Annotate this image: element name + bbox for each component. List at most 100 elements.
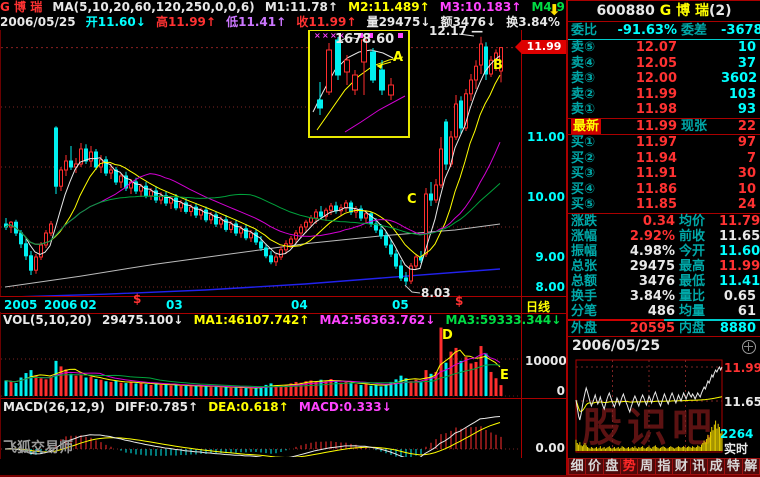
latest-row: 最新 11.99 现张 22 [568, 119, 760, 135]
stock-title-suffix: (2) [709, 3, 732, 19]
bid-price: 11.97 [613, 135, 677, 151]
tab-zhi[interactable]: 指 [655, 458, 672, 475]
macd-panel[interactable]: 飞狐交易师 MACD(26,12,9) DIFF:0.785↑ DEA:0.61… [0, 398, 567, 460]
mark-a: A [393, 50, 403, 65]
weicha-value: -3678 [721, 22, 760, 39]
ask-qty: 103 [721, 87, 756, 103]
macd-axis-label: 0.00 [525, 441, 565, 455]
ask-label: 卖③ [571, 71, 613, 87]
bid-row-1[interactable]: 买①11.9797 [568, 135, 760, 151]
ask-label: 卖④ [571, 56, 613, 72]
bid-qty: 97 [721, 135, 756, 151]
bottom-strip [0, 459, 566, 475]
bid-label: 买③ [571, 166, 613, 182]
ask-price: 12.07 [613, 40, 677, 56]
open-value: 开11.60↓ [86, 15, 146, 29]
app-watermark: 飞狐交易师 [3, 437, 73, 457]
stats-row: 振幅4.98%今开11.60 [568, 244, 760, 259]
now-value: 22 [721, 119, 756, 135]
bid-qty: 10 [721, 182, 756, 198]
y-axis-label: 9.00 [525, 250, 565, 264]
compass-icon [742, 340, 756, 354]
mark-d: D [442, 328, 453, 343]
bid-price: 11.86 [613, 182, 677, 198]
weibi-row: 委比 -91.63% 委差 -3678 [568, 22, 760, 40]
ma-params: MA(5,10,20,60,120,250,0,0,6) [52, 0, 254, 14]
vol-ma1: MA1:46107.742↑ [194, 313, 310, 327]
tab-jie[interactable]: 解 [742, 458, 760, 475]
quote-panel: 600880 G 博 瑞(2) 委比 -91.63% 委差 -3678 卖⑤12… [566, 0, 760, 475]
trading-terminal: { "header": { "line1": {"stock":"G 博 瑞",… [0, 0, 760, 477]
ask-qty: 37 [721, 56, 756, 72]
ask-row-3[interactable]: 卖③12.003602 [568, 71, 760, 87]
tab-shi[interactable]: 势 [620, 458, 637, 475]
ask-row-1[interactable]: 卖①11.9893 [568, 102, 760, 118]
ask-row-5[interactable]: 卖⑤12.0710 [568, 40, 760, 56]
axis-divider-line [521, 30, 522, 458]
bid-row-2[interactable]: 买②11.947 [568, 151, 760, 167]
volume-panel[interactable]: VOL(5,10,20) 29475.100↓ MA1:46107.742↑ M… [0, 312, 567, 398]
intraday-date-row: 2006/05/25 [568, 336, 760, 355]
stock-code: 600880 [596, 3, 654, 19]
bid-row-5[interactable]: 买⑤11.8524 [568, 197, 760, 213]
ma2-value: M2:11.489↑ [348, 0, 429, 14]
vol-current: 29475.100↓ [102, 313, 183, 327]
tab-zhou[interactable]: 周 [637, 458, 654, 475]
macd-header: MACD(26,12,9) DIFF:0.785↑ DEA:0.618↑ MAC… [3, 400, 398, 414]
ex-rights-marker: $ [455, 294, 463, 308]
peak-annotation: 12.17 — [429, 24, 483, 38]
weibi-label: 委比 [571, 22, 613, 39]
stats-row: 总张29475最高11.99 [568, 259, 760, 274]
macd-value: MACD:0.333↓ [299, 400, 392, 414]
bid-row-4[interactable]: 买④11.8610 [568, 182, 760, 198]
intraday-chart-area[interactable]: 股识吧 11.99 11.65 2264 实时 [568, 355, 760, 458]
main-kline-panel[interactable]: ×××× 11.00 10.00 9.00 8.00 12.17 — 8.03 … [0, 30, 567, 296]
bid-qty: 7 [721, 151, 756, 167]
vol-ma3: MA3:59333.344↓ [446, 313, 562, 327]
y-axis-label: 8.00 [525, 280, 565, 294]
ask-label: 卖② [571, 87, 613, 103]
ma1-value: M1:11.78↑ [265, 0, 338, 14]
vol-params: VOL(5,10,20) [3, 313, 92, 327]
x-axis-label: 04 [291, 298, 308, 312]
macd-diff: DIFF:0.785↑ [115, 400, 198, 414]
bid-label: 买② [571, 151, 613, 167]
ask-row-2[interactable]: 卖②11.99103 [568, 87, 760, 103]
ask-qty: 10 [721, 40, 756, 56]
tab-te[interactable]: 特 [724, 458, 741, 475]
x-axis-label: 02 [80, 298, 97, 312]
outer-inner-row: 外盘20595内盘8880 [568, 321, 760, 336]
bid-qty: 24 [721, 197, 756, 213]
inset-value-label: 1678.60 [335, 32, 394, 47]
stock-title-name: G 博 瑞 [655, 3, 709, 19]
svg-text:×: × [322, 31, 329, 40]
tab-cheng[interactable]: 成 [707, 458, 724, 475]
stats-row: 总额3476最低11.41 [568, 274, 760, 289]
volume-value: 量29475↓ [367, 15, 431, 29]
bid-label: 买⑤ [571, 197, 613, 213]
svg-text:×: × [314, 31, 321, 40]
mark-e: E [500, 368, 509, 383]
latest-label: 最新 [571, 119, 613, 135]
tab-cai[interactable]: 财 [672, 458, 689, 475]
low-value: 低11.41↑ [226, 15, 286, 29]
tab-jia[interactable]: 价 [585, 458, 602, 475]
bid-row-3[interactable]: 买③11.9130 [568, 166, 760, 182]
tab-pan[interactable]: 盘 [603, 458, 620, 475]
stock-name: G 博 瑞 [0, 0, 42, 14]
low-annotation: 8.03 [421, 286, 451, 300]
ask-price: 12.05 [613, 56, 677, 72]
vol-ma2: MA2:56363.762↓ [320, 313, 436, 327]
candlestick-chart-svg[interactable]: ×××× [1, 30, 522, 296]
stock-title: 600880 G 博 瑞(2) [568, 1, 760, 22]
vol-axis-label: 100000 [525, 354, 565, 368]
outer-value: 20595 [613, 321, 675, 336]
ask-price: 11.98 [613, 102, 677, 118]
ask-row-4[interactable]: 卖④12.05 37 [568, 56, 760, 72]
ask-qty: 93 [721, 102, 756, 118]
indicator-bar-ma: G 博 瑞 MA(5,10,20,60,120,250,0,0,6) M1:11… [0, 0, 566, 15]
tab-xun[interactable]: 讯 [690, 458, 707, 475]
tab-xi[interactable]: 细 [568, 458, 585, 475]
trade-date: 2006/05/25 [0, 15, 76, 29]
volume-header: VOL(5,10,20) 29475.100↓ MA1:46107.742↑ M… [3, 313, 567, 327]
